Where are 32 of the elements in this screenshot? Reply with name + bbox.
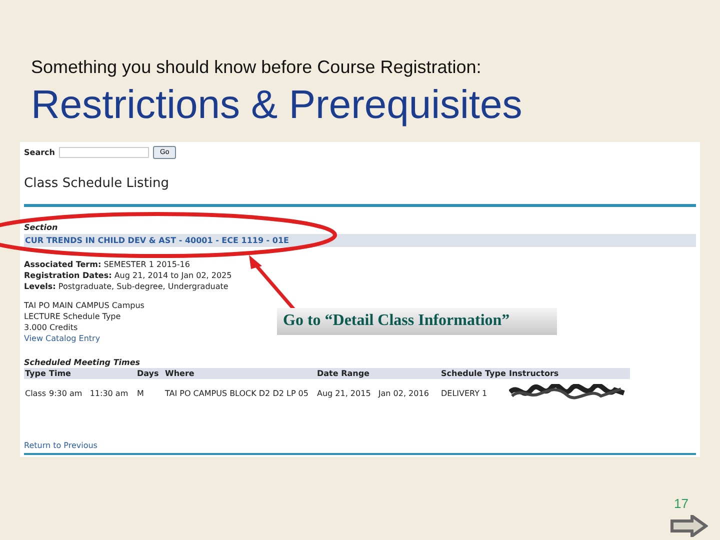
- column-header: Days: [136, 368, 164, 379]
- info-text: TAI PO MAIN CAMPUS Campus: [24, 300, 144, 311]
- page-heading: Class Schedule Listing: [24, 176, 170, 191]
- slide-title: Restrictions & Prerequisites: [31, 82, 524, 128]
- column-header: Date Range: [316, 368, 440, 379]
- column-header: Time: [48, 368, 136, 379]
- slide-subtitle: Something you should know before Course Registration:: [31, 56, 482, 78]
- column-header: Where: [164, 368, 316, 379]
- column-header: Instructors: [508, 368, 630, 379]
- search-field[interactable]: [58, 147, 149, 158]
- arrow-icon[interactable]: [670, 515, 708, 537]
- search-label: Search: [24, 148, 55, 157]
- meeting-title: Scheduled Meeting Times: [24, 358, 142, 367]
- table-cell: 9:30 am 11:30 am: [48, 379, 136, 407]
- page-number: 17: [674, 496, 688, 511]
- callout-label: Go to “Detail Class Information”: [277, 308, 557, 335]
- table-cell: Aug 21, 2015 Jan 02, 2016: [316, 379, 440, 407]
- detail-text: Registration Dates: Aug 21, 2014 to Jan 02, 2025: [24, 270, 232, 281]
- column-header: Schedule Type: [440, 368, 508, 379]
- return-link[interactable]: Return to Previous: [24, 441, 696, 450]
- column-header: Type: [24, 368, 48, 379]
- section-label: Section: [24, 223, 59, 232]
- info-text: 3.000 Credits: [24, 322, 78, 333]
- table-cell: TAI PO CAMPUS BLOCK D2 D2 LP 05: [164, 379, 316, 407]
- catalog-link[interactable]: View Catalog Entry: [24, 333, 100, 344]
- table-cell: M: [136, 379, 164, 407]
- table-cell: DELIVERY 1: [440, 379, 508, 407]
- course-link[interactable]: CUR TRENDS IN CHILD DEV & AST - 40001 - ECE 1119 - 01E: [24, 234, 696, 247]
- table-cell: Class: [24, 379, 48, 407]
- info-text: LECTURE Schedule Type: [24, 311, 121, 322]
- detail-text: Levels: Postgraduate, Sub-degree, Undergraduate: [24, 281, 228, 292]
- detail-text: Associated Term: SEMESTER 1 2015-16: [24, 259, 190, 270]
